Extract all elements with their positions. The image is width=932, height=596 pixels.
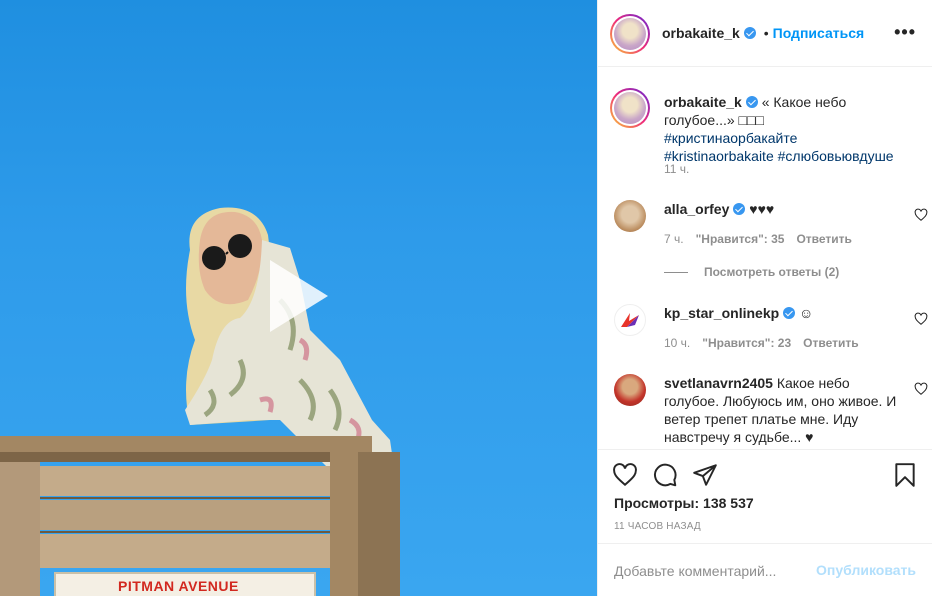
commenter-avatar[interactable] [614, 304, 646, 336]
publish-button[interactable]: Опубликовать [816, 562, 916, 578]
post-header: orbakaite_k • Подписаться ••• [598, 0, 932, 67]
add-comment-bar: Опубликовать [598, 543, 932, 596]
verified-badge-icon [745, 96, 758, 108]
verified-badge-icon [743, 27, 756, 39]
separator: • [763, 25, 769, 41]
comment-likes[interactable]: "Нравится": 35 [696, 232, 785, 246]
follow-button[interactable]: Подписаться [773, 25, 865, 41]
share-icon[interactable] [692, 462, 718, 488]
verified-badge-icon [783, 307, 796, 319]
commenter-username[interactable]: alla_orfey [664, 201, 729, 217]
like-comment-icon[interactable] [914, 312, 928, 326]
comment-item: kp_star_onlinekp ☺ 10 ч. "Нравится": 23 От… [610, 302, 928, 382]
reply-button[interactable]: Ответить [796, 232, 851, 246]
comment-time: 10 ч. [664, 336, 691, 350]
verified-badge-icon [733, 203, 746, 215]
comment-text: ♥♥♥ [745, 201, 775, 217]
hashtag-link[interactable]: #кристинаорбакайте [664, 130, 797, 146]
comment-likes[interactable]: "Нравится": 23 [702, 336, 791, 350]
caption-time: 11 ч. [664, 162, 690, 176]
caption: orbakaite_k « Какое небо голубое...» □□□… [610, 88, 910, 198]
post-actions: Просмотры: 138 537 11 ЧАСОВ НАЗАД [598, 449, 932, 543]
street-sign-text: PITMAN AVENUE [118, 578, 239, 594]
hashtag-link[interactable]: #слюбовьювдуше [778, 148, 894, 164]
comments-list[interactable]: orbakaite_k « Какое небо голубое...» □□□… [598, 68, 932, 449]
post-timestamp[interactable]: 11 ЧАСОВ НАЗАД [614, 521, 701, 532]
post-panel: orbakaite_k • Подписаться ••• orbakaite_k… [597, 0, 932, 596]
comment-input[interactable] [614, 544, 814, 596]
view-count[interactable]: Просмотры: 138 537 [614, 495, 754, 511]
post-media[interactable]: PITMAN AVENUE [0, 0, 597, 596]
like-comment-icon[interactable] [914, 382, 928, 396]
reply-button[interactable]: Ответить [803, 336, 858, 350]
like-comment-icon[interactable] [914, 208, 928, 222]
play-icon[interactable] [262, 256, 332, 336]
caption-username[interactable]: orbakaite_k [664, 94, 742, 110]
caption-avatar[interactable] [610, 88, 650, 128]
author-username[interactable]: orbakaite_k [662, 25, 740, 41]
comment-item: svetlanavrn2405 Какое небо голубое. Любу… [610, 372, 928, 449]
commenter-username[interactable]: svetlanavrn2405 [664, 375, 773, 391]
commenter-username[interactable]: kp_star_onlinekp [664, 305, 779, 321]
author-avatar[interactable] [610, 14, 650, 54]
more-options-icon[interactable]: ••• [894, 22, 916, 43]
comment-item: alla_orfey ♥♥♥ 7 ч. "Нравится": 35 Ответит… [610, 198, 928, 298]
commenter-avatar[interactable] [614, 200, 646, 232]
comment-icon[interactable] [652, 462, 678, 488]
save-bookmark-icon[interactable] [892, 462, 918, 488]
kp-logo-icon [621, 313, 639, 327]
street-sign: PITMAN AVENUE [54, 572, 316, 596]
like-icon[interactable] [612, 462, 638, 488]
view-replies-button[interactable]: Посмотреть ответы (2) [664, 265, 839, 279]
commenter-avatar[interactable] [614, 374, 646, 406]
comment-time: 7 ч. [664, 232, 684, 246]
comment-text: ☺ [795, 305, 814, 321]
